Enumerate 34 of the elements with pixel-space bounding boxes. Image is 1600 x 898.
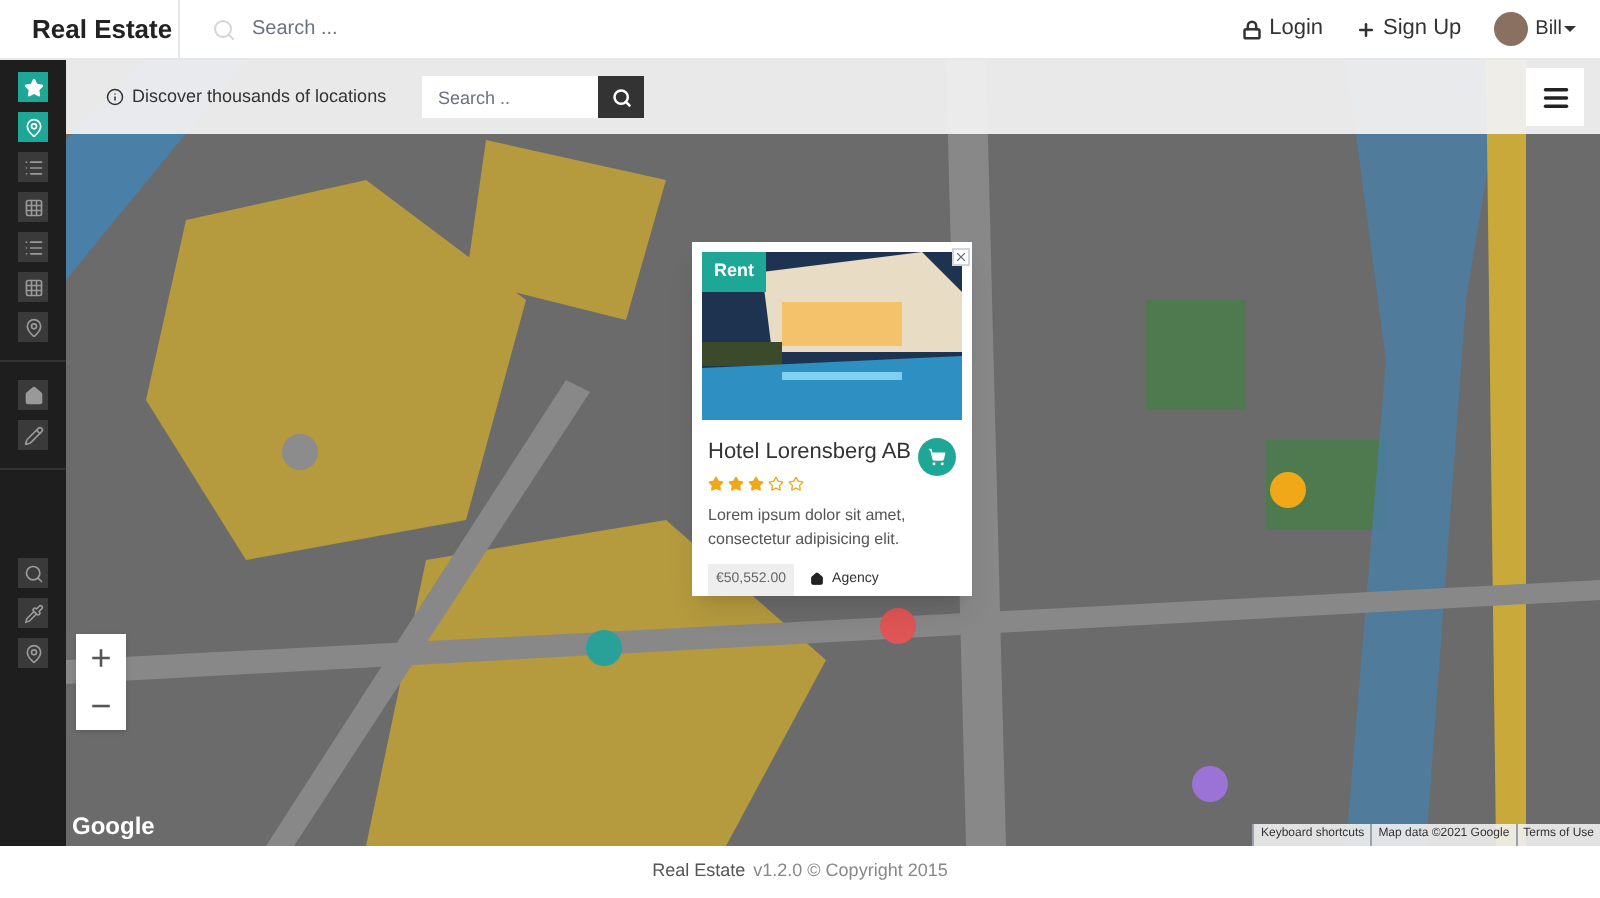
grid-icon	[23, 277, 43, 297]
avatar	[1493, 12, 1528, 46]
sidebar-button[interactable]	[18, 112, 48, 142]
pin-icon	[23, 643, 43, 663]
brand-name[interactable]: Real Estate	[32, 9, 173, 49]
sidebar-button[interactable]	[18, 152, 48, 182]
footer-brand: Real Estate	[652, 858, 746, 885]
pin-icon	[23, 317, 43, 337]
dropper-icon	[23, 603, 43, 623]
search-icon	[212, 17, 236, 41]
search-field[interactable]: Search ...	[252, 14, 652, 44]
sidebar-button[interactable]	[18, 558, 48, 588]
header-link[interactable]: Login	[1241, 12, 1324, 46]
grid-icon	[23, 197, 43, 217]
user-menu[interactable]: Bill	[1535, 14, 1576, 44]
search-icon	[23, 563, 43, 583]
sidebar-button[interactable]	[18, 638, 48, 668]
house-icon	[23, 385, 43, 405]
sidebar-button[interactable]	[18, 380, 48, 410]
pin-icon	[23, 117, 43, 137]
sidebar-button[interactable]	[18, 420, 48, 450]
plus-icon	[1355, 19, 1376, 39]
sidebar-button[interactable]	[18, 598, 48, 628]
pencil-icon	[23, 425, 43, 445]
sidebar-button[interactable]	[18, 272, 48, 302]
lock-icon	[1241, 19, 1262, 39]
sidebar-button[interactable]	[18, 232, 48, 262]
footer-text: v1.2.0 © Copyright 2015	[753, 858, 948, 885]
caret-icon	[1564, 26, 1576, 32]
sidebar-button[interactable]	[18, 72, 48, 102]
sidebar-button[interactable]	[18, 312, 48, 342]
header-link[interactable]: Sign Up	[1355, 12, 1462, 46]
sidebar-button[interactable]	[18, 192, 48, 222]
star-icon	[23, 77, 43, 97]
